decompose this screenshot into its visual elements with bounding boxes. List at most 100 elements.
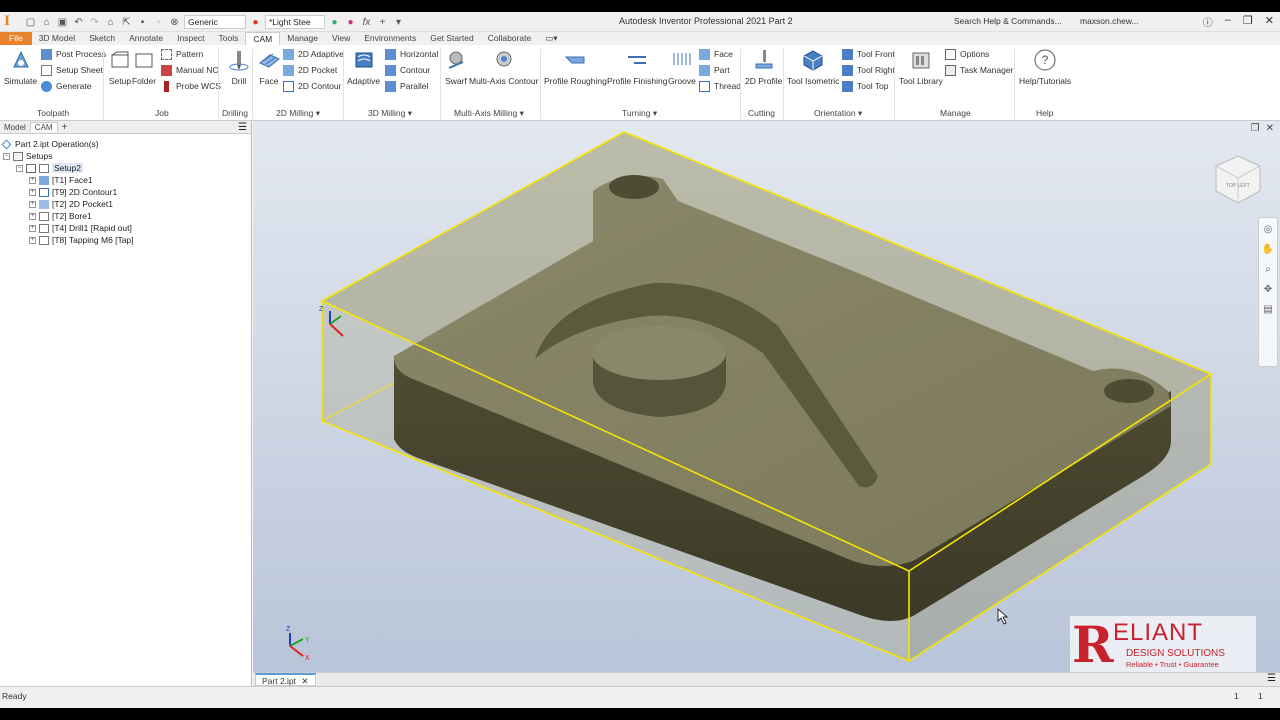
collapse-icon[interactable]: −	[16, 164, 23, 172]
tab-get-started[interactable]: Get Started	[423, 32, 480, 45]
drill-button[interactable]: Drill	[226, 47, 252, 86]
close-icon[interactable]: ✕	[1265, 14, 1274, 29]
add-tab-icon[interactable]: +	[58, 122, 72, 133]
tab-collaborate[interactable]: Collaborate	[481, 32, 538, 45]
tool-library-button[interactable]: Tool Library	[899, 47, 943, 86]
document-tab-part2[interactable]: Part 2.ipt ✕	[255, 673, 316, 686]
2d-contour-button[interactable]: 2D Contour	[283, 79, 341, 93]
part-button[interactable]: Part	[699, 63, 730, 77]
tool-isometric-button[interactable]: Tool Isometric	[787, 47, 839, 86]
3d-milling-panel-label[interactable]: 3D Milling ▾	[368, 108, 412, 119]
2d-pocket-button[interactable]: 2D Pocket	[283, 63, 337, 77]
select-icon[interactable]: ⇱	[120, 16, 133, 29]
manual-nc-button[interactable]: Manual NC	[161, 63, 219, 77]
tree-op[interactable]: + [T1] Face1	[29, 174, 93, 186]
update-icon[interactable]: ▫	[152, 16, 165, 29]
parallel-button[interactable]: Parallel	[385, 79, 428, 93]
close-icon[interactable]: ✕	[301, 676, 308, 686]
home-icon[interactable]: ⌂	[104, 16, 117, 29]
user-account[interactable]: maxson.chew...	[1080, 16, 1139, 26]
orbit-icon[interactable]: ✥	[1264, 284, 1272, 295]
zoom-icon[interactable]: ⌕	[1265, 264, 1271, 275]
generate-button[interactable]: Generate	[41, 79, 91, 93]
pattern-button[interactable]: Pattern	[161, 47, 203, 61]
steering-wheel-icon[interactable]: ◎	[1264, 224, 1273, 235]
adaptive-button[interactable]: Adaptive	[347, 47, 380, 86]
profile-finishing-button[interactable]: Profile Finishing	[607, 47, 667, 86]
search-input[interactable]: Search Help & Commands...	[950, 14, 1074, 29]
browser-menu-icon[interactable]: ☰	[238, 122, 247, 133]
tab-cam[interactable]: CAM	[245, 32, 281, 45]
help-tutorials-button[interactable]: ? Help/Tutorials	[1019, 47, 1071, 86]
tab-environments[interactable]: Environments	[357, 32, 423, 45]
tabs-menu-icon[interactable]: ☰	[1267, 673, 1276, 684]
look-at-icon[interactable]: ▤	[1263, 304, 1272, 315]
groove-button[interactable]: Groove	[668, 47, 696, 86]
maximize-viewport-icon[interactable]: ❐	[1251, 123, 1260, 134]
tool-right-button[interactable]: Tool Right	[842, 63, 895, 77]
graphics-viewport[interactable]: Z Z Y X TOP LEFT ❐ ✕ ◎ ✋ ⌕ ✥ ▤	[253, 121, 1280, 680]
tool-front-button[interactable]: Tool Front	[842, 47, 895, 61]
minimize-icon[interactable]: –	[1225, 14, 1231, 29]
tree-op[interactable]: + [T2] 2D Pocket1	[29, 198, 113, 210]
tab-annotate[interactable]: Annotate	[122, 32, 170, 45]
tab-model[interactable]: Model	[0, 123, 30, 132]
post-process-button[interactable]: Post Process	[41, 47, 106, 61]
open-folder-icon[interactable]: ⌂	[40, 16, 53, 29]
plus-icon[interactable]: +	[376, 16, 389, 29]
tab-inspect[interactable]: Inspect	[170, 32, 211, 45]
face-button[interactable]: Face	[256, 47, 282, 86]
material-select[interactable]: Generic	[184, 15, 246, 29]
profile-roughing-button[interactable]: Profile Roughing	[544, 47, 607, 86]
tree-op[interactable]: + [T4] Drill1 [Rapid out]	[29, 222, 132, 234]
return-icon[interactable]: ▪	[136, 16, 149, 29]
simulate-button[interactable]: Simulate	[4, 47, 37, 86]
expand-icon[interactable]: +	[29, 200, 36, 208]
save-icon[interactable]: ▣	[56, 16, 69, 29]
orientation-panel-label[interactable]: Orientation ▾	[814, 108, 862, 119]
clear-appearance-icon[interactable]: ●	[344, 16, 357, 29]
close-viewport-icon[interactable]: ✕	[1266, 123, 1274, 134]
fx-icon[interactable]: fx	[360, 16, 373, 29]
tab-sketch[interactable]: Sketch	[82, 32, 122, 45]
tab-manage[interactable]: Manage	[280, 32, 325, 45]
expand-icon[interactable]: +	[29, 188, 36, 196]
tree-setup2[interactable]: − Setup2	[16, 162, 83, 174]
adjust-icon[interactable]: ●	[328, 16, 341, 29]
expand-icon[interactable]: +	[29, 176, 36, 184]
tab-cam-browser[interactable]: CAM	[29, 122, 58, 132]
tree-root[interactable]: Part 2.ipt Operation(s)	[1, 138, 99, 150]
tab-tools[interactable]: Tools	[212, 32, 246, 45]
redo-icon[interactable]: ↷	[88, 16, 101, 29]
setup-sheet-button[interactable]: Setup Sheet	[41, 63, 103, 77]
2d-milling-panel-label[interactable]: 2D Milling ▾	[276, 108, 320, 119]
expand-icon[interactable]: +	[29, 212, 36, 220]
tab-3d-model[interactable]: 3D Model	[32, 32, 82, 45]
new-file-icon[interactable]: ▢	[24, 16, 37, 29]
horizontal-button[interactable]: Horizontal	[385, 47, 438, 61]
expand-icon[interactable]: +	[29, 236, 36, 244]
model-canvas[interactable]: Z Z Y X TOP LEFT	[253, 121, 1280, 680]
tree-op[interactable]: + [T8] Tapping M6 [Tap]	[29, 234, 134, 246]
inventor-logo-icon[interactable]: I	[4, 14, 18, 29]
appearance-select[interactable]: *Light Stee	[265, 15, 325, 29]
contour-button[interactable]: Contour	[385, 63, 430, 77]
folder-button[interactable]: Folder	[131, 47, 157, 86]
tree-op[interactable]: + [T9] 2D Contour1	[29, 186, 117, 198]
tab-view[interactable]: View	[325, 32, 357, 45]
probe-wcs-button[interactable]: Probe WCS	[161, 79, 221, 93]
options-button[interactable]: Options	[945, 47, 989, 61]
2d-adaptive-button[interactable]: 2D Adaptive	[283, 47, 344, 61]
2d-profile-button[interactable]: 2D Profile	[745, 47, 782, 86]
setup-button[interactable]: Setup	[107, 47, 133, 86]
task-manager-button[interactable]: Task Manager	[945, 63, 1013, 77]
swarf-button[interactable]: Swarf	[443, 47, 469, 86]
view-cube[interactable]: TOP LEFT	[1215, 155, 1261, 204]
help-icon[interactable]: ⓘ	[1203, 14, 1213, 29]
turning-panel-label[interactable]: Turning ▾	[622, 108, 657, 119]
tab-file[interactable]: File	[0, 32, 32, 45]
multi-axis-contour-button[interactable]: Multi-Axis Contour	[469, 47, 538, 86]
expand-icon[interactable]: +	[29, 224, 36, 232]
restore-icon[interactable]: ❐	[1243, 14, 1253, 29]
multi-axis-panel-label[interactable]: Multi-Axis Milling ▾	[454, 108, 524, 119]
